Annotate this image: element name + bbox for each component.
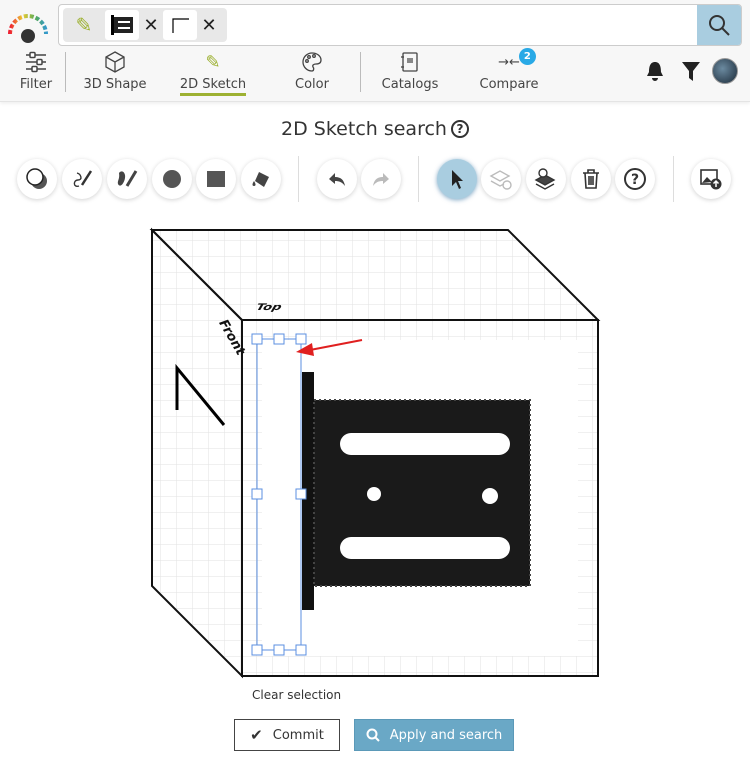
divider [673, 156, 674, 202]
delete-button[interactable] [571, 159, 611, 199]
help-button[interactable]: ? [615, 159, 655, 199]
question-icon: ? [624, 168, 646, 190]
circle-icon [163, 170, 181, 188]
layer-down-icon [534, 168, 556, 190]
commit-button[interactable]: ✔ Commit [234, 719, 340, 751]
search-icon [709, 15, 730, 36]
page-title: 2D Sketch search? [0, 118, 750, 140]
rectangle-tool[interactable] [196, 159, 236, 199]
remove-chip-icon[interactable]: ✕ [201, 15, 217, 36]
help-icon[interactable]: ? [450, 120, 469, 138]
compare-icon: →← 2 [498, 48, 536, 74]
apply-and-search-button[interactable]: Apply and search [354, 719, 514, 751]
divider [418, 156, 419, 202]
avatar[interactable] [712, 58, 738, 84]
circle-tool[interactable] [152, 159, 192, 199]
quality-gauge-icon [8, 14, 48, 43]
header: ✎ ✕ ✕ Filter 3D Shape ✎ 2D Sketch Color … [0, 0, 750, 102]
overlap-circles-icon [26, 168, 47, 189]
bring-forward-button[interactable] [481, 159, 521, 199]
brush-line-icon [73, 170, 93, 188]
nav-catalogs[interactable]: Catalogs [382, 50, 438, 100]
divider [360, 52, 361, 92]
fill-brush-tool[interactable] [107, 159, 147, 199]
remove-chip-icon[interactable]: ✕ [143, 15, 159, 36]
cursor-arrow-icon [452, 170, 463, 189]
bell-icon[interactable] [645, 60, 665, 82]
svg-text:?: ? [631, 172, 639, 188]
pencil-icon: ✎ [205, 51, 221, 73]
layer-up-icon [489, 170, 512, 190]
compare-count-badge: 2 [518, 48, 536, 65]
sketch-thumbnail-line[interactable] [163, 10, 197, 40]
nav-filter[interactable]: Filter [16, 50, 56, 100]
redo-button[interactable] [361, 159, 401, 199]
search-bar[interactable]: ✎ ✕ ✕ [58, 4, 742, 46]
catalog-icon [399, 50, 421, 74]
freehand-brush-tool[interactable] [62, 159, 102, 199]
trash-icon [583, 169, 599, 189]
image-upload-icon [700, 169, 722, 190]
check-icon: ✔ [250, 726, 263, 744]
select-tool[interactable] [437, 159, 477, 199]
bracket-sketch-image [302, 372, 531, 610]
paint-bucket-icon [252, 172, 269, 187]
filter-icon[interactable] [681, 60, 701, 82]
clear-selection-link[interactable]: Clear selection [252, 688, 341, 702]
sliders-icon [25, 50, 47, 74]
pencil-icon: ✎ [75, 13, 93, 37]
search-chips: ✎ ✕ ✕ [63, 8, 227, 42]
brush-blob-icon [117, 170, 138, 187]
sketch-canvas-cube[interactable] [140, 222, 610, 684]
cube-icon [104, 50, 126, 74]
nav-compare[interactable]: →← 2 Compare [480, 48, 539, 100]
undo-icon [329, 173, 345, 186]
sketch-thumbnail-bracket[interactable] [105, 10, 139, 40]
nav-color[interactable]: Color [290, 50, 334, 100]
redo-icon [373, 173, 389, 186]
undo-button[interactable] [317, 159, 357, 199]
nav-3d-shape[interactable]: 3D Shape [82, 50, 148, 100]
divider [298, 156, 299, 202]
paint-bucket-tool[interactable] [241, 159, 281, 199]
square-icon [207, 171, 225, 187]
search-icon [366, 728, 380, 742]
shape-select-tool[interactable] [17, 159, 57, 199]
nav-2d-sketch[interactable]: ✎ 2D Sketch [178, 50, 248, 100]
search-button[interactable] [697, 5, 741, 45]
palette-icon [301, 50, 323, 74]
divider [65, 52, 66, 92]
send-backward-button[interactable] [526, 159, 566, 199]
upload-image-button[interactable] [691, 159, 731, 199]
